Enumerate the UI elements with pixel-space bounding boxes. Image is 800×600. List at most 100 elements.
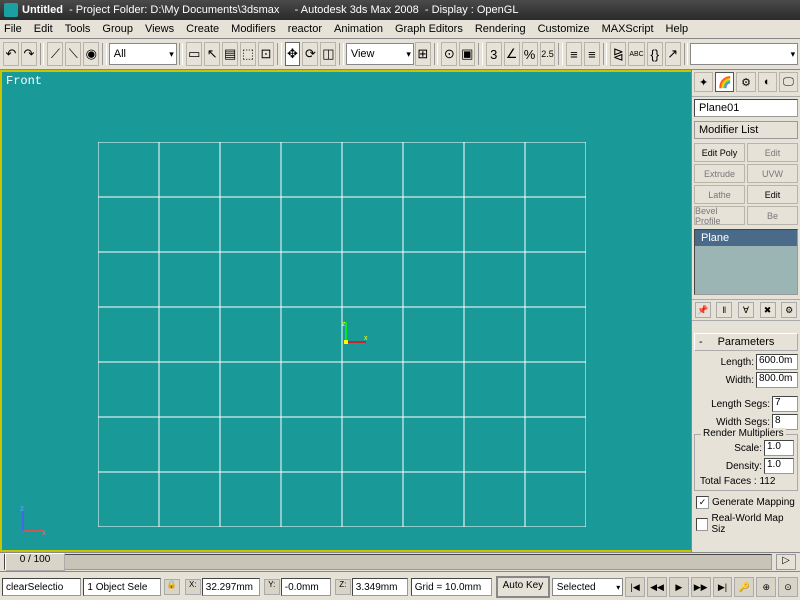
- menu-reactor[interactable]: reactor: [288, 23, 322, 35]
- selection-filter-dropdown[interactable]: All: [109, 43, 177, 65]
- gen-mapping-check[interactable]: ✓Generate Mapping: [692, 494, 800, 511]
- lsegs-field[interactable]: 7: [772, 396, 798, 412]
- select-name-button[interactable]: ▤: [222, 42, 238, 66]
- manip-button[interactable]: ⊙: [441, 42, 457, 66]
- motion-tab-icon[interactable]: ◐: [758, 72, 777, 92]
- menu-customize[interactable]: Customize: [538, 23, 590, 35]
- lock-icon[interactable]: 🔒: [164, 579, 180, 595]
- move-button[interactable]: ✥: [285, 42, 301, 66]
- named-sel-next[interactable]: ≡: [584, 42, 600, 66]
- mod-bevel[interactable]: Bevel Profile: [694, 206, 745, 225]
- scale-field[interactable]: 1.0: [764, 440, 794, 456]
- transform-gizmo[interactable]: x z: [338, 320, 368, 350]
- mod-edit2[interactable]: Edit: [747, 185, 798, 204]
- menu-maxscript[interactable]: MAXScript: [602, 23, 654, 35]
- angle-snap-button[interactable]: ∠: [504, 42, 520, 66]
- autokey-button[interactable]: Auto Key: [496, 576, 550, 598]
- config-icon[interactable]: ⚙: [781, 302, 797, 318]
- align-button[interactable]: ABC: [628, 42, 644, 66]
- center-button[interactable]: ⊞: [415, 42, 431, 66]
- z-field[interactable]: 3.349mm: [352, 578, 408, 596]
- menu-group[interactable]: Group: [102, 23, 133, 35]
- mod-uvw[interactable]: UVW: [747, 164, 798, 183]
- app-name: - Autodesk 3ds Max 2008: [295, 4, 419, 16]
- menu-views[interactable]: Views: [145, 23, 174, 35]
- app-icon: [4, 3, 18, 17]
- x-field[interactable]: 32.297mm: [202, 578, 260, 596]
- mod-edit-poly[interactable]: Edit Poly: [694, 143, 745, 162]
- time-config-icon[interactable]: ▷: [776, 554, 796, 570]
- snap-button[interactable]: 3: [486, 42, 502, 66]
- menu-animation[interactable]: Animation: [334, 23, 383, 35]
- next-frame-icon[interactable]: ▶▶: [691, 577, 711, 597]
- modify-tab-icon[interactable]: 🌈: [715, 72, 734, 92]
- select-region-button[interactable]: ⬚: [240, 42, 256, 66]
- mod-be[interactable]: Be: [747, 206, 798, 225]
- select-arrow-button[interactable]: ↖: [204, 42, 220, 66]
- prev-frame-icon[interactable]: ◀◀: [647, 577, 667, 597]
- rotate-button[interactable]: ⟳: [302, 42, 318, 66]
- unlink-button[interactable]: ⟍: [65, 42, 81, 66]
- percent-snap-button[interactable]: %: [522, 42, 538, 66]
- stack-plane[interactable]: Plane: [695, 230, 797, 246]
- menu-create[interactable]: Create: [186, 23, 219, 35]
- bind-button[interactable]: ◉: [83, 42, 99, 66]
- named-sel-dropdown[interactable]: [690, 43, 798, 65]
- time-marker[interactable]: 0 / 100: [5, 553, 65, 571]
- mod-extrude[interactable]: Extrude: [694, 164, 745, 183]
- menu-file[interactable]: File: [4, 23, 22, 35]
- viewport[interactable]: Front x z z x: [0, 70, 691, 552]
- nav-icon-1[interactable]: ⊕: [756, 577, 776, 597]
- goto-end-icon[interactable]: ▶|: [713, 577, 733, 597]
- select-button[interactable]: ▭: [186, 42, 202, 66]
- mirror-button[interactable]: ⧎: [610, 42, 626, 66]
- create-tab-icon[interactable]: ✦: [694, 72, 713, 92]
- ref-coord-dropdown[interactable]: View: [346, 43, 414, 65]
- z-icon: Z:: [335, 579, 351, 595]
- svg-text:x: x: [42, 528, 46, 536]
- remove-mod-icon[interactable]: ✖: [760, 302, 776, 318]
- link-button[interactable]: ⟋: [47, 42, 63, 66]
- window-crossing-button[interactable]: ⊡: [258, 42, 274, 66]
- modifier-list-label[interactable]: Modifier List: [694, 121, 798, 139]
- parameters-rollout[interactable]: -Parameters: [694, 333, 798, 351]
- curve-editor-button[interactable]: ↗: [665, 42, 681, 66]
- scale-button[interactable]: ◫: [320, 42, 336, 66]
- spinner-snap-button[interactable]: 2.5: [540, 42, 556, 66]
- lsegs-label: Length Segs:: [711, 399, 770, 410]
- menu-modifiers[interactable]: Modifiers: [231, 23, 276, 35]
- object-name-field[interactable]: Plane01: [694, 99, 798, 117]
- undo-button[interactable]: ↶: [3, 42, 19, 66]
- menu-help[interactable]: Help: [666, 23, 689, 35]
- mod-lathe[interactable]: Lathe: [694, 185, 745, 204]
- key-toggle-icon[interactable]: 🔑: [734, 577, 754, 597]
- y-field[interactable]: -0.0mm: [281, 578, 331, 596]
- menu-tools[interactable]: Tools: [65, 23, 91, 35]
- density-field[interactable]: 1.0: [764, 458, 794, 474]
- title-bar: Untitled - Project Folder: D:\My Documen…: [0, 0, 800, 20]
- redo-button[interactable]: ↷: [21, 42, 37, 66]
- layers-button[interactable]: {}: [647, 42, 663, 66]
- named-sel-prev[interactable]: ≡: [566, 42, 582, 66]
- unique-icon[interactable]: ∀: [738, 302, 754, 318]
- key-mode-dropdown[interactable]: Selected: [552, 578, 624, 596]
- length-field[interactable]: 600.0m: [756, 354, 798, 370]
- keymode-button[interactable]: ▣: [459, 42, 475, 66]
- menu-graph-editors[interactable]: Graph Editors: [395, 23, 463, 35]
- display-tab-icon[interactable]: 🖵: [779, 72, 798, 92]
- mod-edit[interactable]: Edit: [747, 143, 798, 162]
- modifier-stack[interactable]: Plane: [694, 229, 798, 295]
- time-slider[interactable]: 0 / 100 ▷: [0, 552, 800, 571]
- menu-rendering[interactable]: Rendering: [475, 23, 526, 35]
- real-world-check[interactable]: Real-World Map Siz: [692, 511, 800, 537]
- nav-icon-2[interactable]: ⊙: [778, 577, 798, 597]
- hierarchy-tab-icon[interactable]: ⚙: [736, 72, 755, 92]
- show-end-icon[interactable]: ‖: [716, 302, 732, 318]
- width-field[interactable]: 800.0m: [756, 372, 798, 388]
- script-listener[interactable]: clearSelectio: [2, 578, 81, 596]
- pin-stack-icon[interactable]: 📌: [695, 302, 711, 318]
- menu-edit[interactable]: Edit: [34, 23, 53, 35]
- time-track[interactable]: 0 / 100: [4, 554, 772, 570]
- play-icon[interactable]: ▶: [669, 577, 689, 597]
- goto-start-icon[interactable]: |◀: [625, 577, 645, 597]
